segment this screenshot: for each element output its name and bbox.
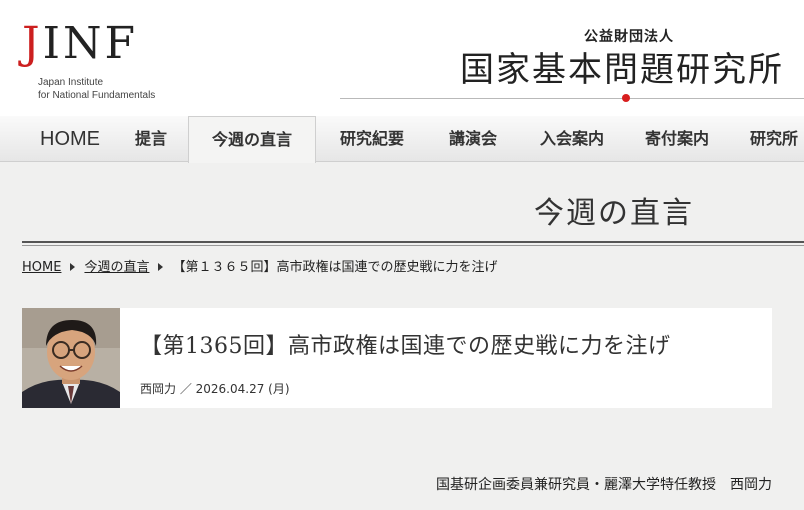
- section-title: 今週の直言: [534, 196, 694, 231]
- logo-english-name: Japan Institute for National Fundamental…: [38, 77, 156, 101]
- nav-membership[interactable]: 入会案内: [520, 116, 624, 162]
- breadcrumb-current: 【第１３６５回】高市政権は国連での歴史戦に力を注げ: [172, 260, 498, 275]
- chevron-right-icon: [158, 263, 164, 271]
- header-divider: [340, 98, 804, 99]
- nav-proposals[interactable]: 提言: [118, 116, 184, 162]
- site-header: JINF Japan Institute for National Fundam…: [0, 0, 804, 116]
- nav-institute[interactable]: 研究所: [730, 116, 804, 162]
- chevron-right-icon: [70, 263, 76, 271]
- section-divider: [22, 241, 804, 243]
- org-name: 国家基本問題研究所: [460, 50, 784, 90]
- article-card[interactable]: 【第1365回】高市政権は国連での歴史戦に力を注げ 西岡力 ／ 2026.04.…: [22, 308, 772, 408]
- logo-wordmark: JINF: [22, 18, 139, 69]
- jinf-logo[interactable]: JINF Japan Institute for National Fundam…: [22, 22, 162, 112]
- article-meta: 西岡力 ／ 2026.04.27 (月): [140, 382, 290, 396]
- nav-home[interactable]: HOME: [22, 116, 118, 162]
- section-divider-thin: [22, 245, 804, 246]
- article-title[interactable]: 【第1365回】高市政権は国連での歴史戦に力を注げ: [140, 328, 671, 360]
- author-photo: [22, 308, 120, 408]
- nav-donation[interactable]: 寄付案内: [628, 116, 726, 162]
- nav-lectures[interactable]: 講演会: [430, 116, 516, 162]
- header-red-dot: [622, 94, 630, 102]
- breadcrumb-home-link[interactable]: HOME: [22, 260, 61, 275]
- author-byline: 国基研企画委員兼研究員・麗澤大学特任教授 西岡力: [436, 477, 772, 493]
- nav-research-bulletin[interactable]: 研究紀要: [318, 116, 426, 162]
- breadcrumb-parent-link[interactable]: 今週の直言: [84, 260, 149, 275]
- main-nav: HOME 提言 今週の直言 研究紀要 講演会 入会案内 寄付案内 研究所: [0, 116, 804, 163]
- breadcrumb: HOME 今週の直言 【第１３６５回】高市政権は国連での歴史戦に力を注げ: [22, 258, 497, 278]
- nav-weekly-opinion[interactable]: 今週の直言: [188, 116, 316, 163]
